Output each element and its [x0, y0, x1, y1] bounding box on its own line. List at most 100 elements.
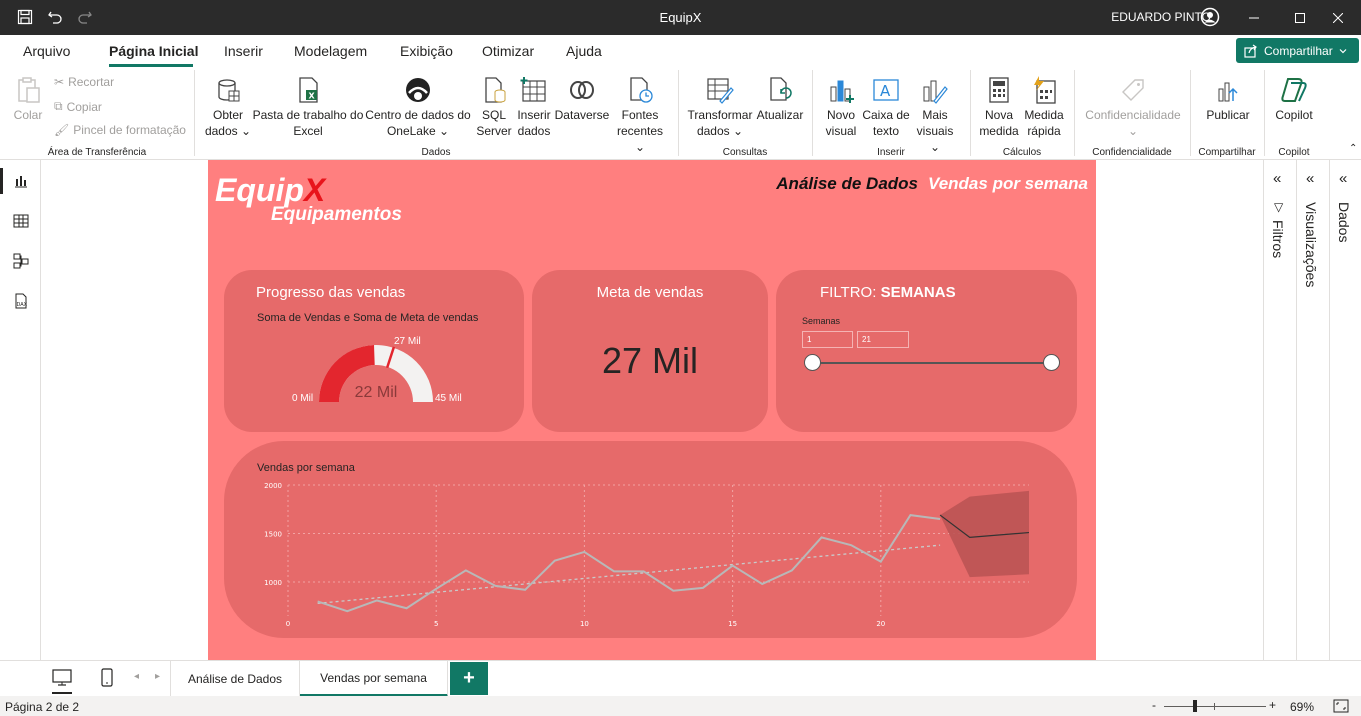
y-tick-label: 1000	[264, 579, 282, 587]
dataverse-button[interactable]: Dataverse	[554, 75, 610, 123]
copilot-label: Copilot	[1275, 108, 1313, 122]
gauge-chart	[319, 345, 433, 402]
dax-query-view-icon[interactable]: DAX	[10, 290, 32, 312]
format-painter-button[interactable]: 🖌 Pincel de formatação	[54, 123, 186, 137]
sql-label-2: Server	[476, 124, 512, 138]
expand-icon[interactable]: «	[1339, 170, 1347, 187]
share-label: Compartilhar	[1264, 43, 1333, 58]
slicer-handle-end[interactable]	[1043, 354, 1060, 371]
filter-card[interactable]: FILTRO: SEMANAS Semanas 1 21	[776, 270, 1077, 432]
menu-ajuda[interactable]: Ajuda	[566, 43, 602, 59]
close-button[interactable]	[1315, 0, 1361, 35]
mobile-layout-icon[interactable]	[100, 668, 114, 691]
share-button[interactable]: Compartilhar	[1236, 38, 1359, 63]
logo-accent-text: X	[303, 172, 326, 208]
gauge-card[interactable]: Progresso das vendas Soma de Vendas e So…	[224, 270, 524, 432]
tab-vendas-por-semana[interactable]: Vendas por semana	[300, 661, 448, 697]
kpi-card-title: Meta de vendas	[596, 284, 704, 301]
menu-bar: Arquivo Página Inicial Inserir Modelagem…	[0, 35, 1361, 67]
kpi-card[interactable]: Meta de vendas 27 Mil	[532, 270, 768, 432]
new-measure-button[interactable]: Nova medida	[976, 75, 1022, 139]
transform-data-button[interactable]: Transformar dados ⌄	[686, 75, 754, 139]
menu-exibicao[interactable]: Exibição	[400, 43, 453, 59]
quick-measure-button[interactable]: Medida rápida	[1022, 75, 1066, 139]
paste-label: Colar	[13, 108, 43, 122]
fit-to-page-icon[interactable]	[1333, 699, 1349, 716]
menu-arquivo[interactable]: Arquivo	[23, 43, 70, 59]
group-separator	[1190, 70, 1191, 156]
svg-text:DAX: DAX	[17, 302, 28, 308]
zoom-slider-track[interactable]	[1164, 706, 1266, 707]
excel-label-2: Excel	[293, 124, 323, 138]
cut-button[interactable]: ✂ Recortar	[54, 75, 114, 89]
zoom-slider-thumb[interactable]	[1193, 700, 1197, 712]
paste-button[interactable]: Colar	[10, 75, 46, 123]
get-data-label-2: dados	[204, 124, 238, 138]
table-icon	[520, 77, 546, 102]
group-separator	[678, 70, 679, 156]
get-data-button[interactable]: Obter dados ⌄	[200, 75, 256, 139]
line-chart-card[interactable]: Vendas por semana 1000 1500 2000 0 5 10 15 20	[224, 441, 1077, 638]
minimize-button[interactable]	[1231, 0, 1277, 35]
textbox-label-2: texto	[872, 124, 899, 138]
slicer-handle-start[interactable]	[804, 354, 821, 371]
quick-measure-label-1: Medida	[1024, 108, 1064, 122]
paste-icon	[18, 77, 40, 103]
textbox-button[interactable]: A Caixa de texto	[862, 75, 910, 139]
expand-icon[interactable]: «	[1273, 170, 1281, 187]
new-visual-button[interactable]: Novo visual	[820, 75, 862, 139]
model-view-icon[interactable]	[10, 250, 32, 272]
scroll-right-icon[interactable]: ▸	[155, 671, 160, 682]
zoom-in-button[interactable]: +	[1269, 698, 1276, 712]
expand-icon[interactable]: «	[1306, 170, 1314, 187]
more-visuals-button[interactable]: Mais visuais ⌄	[910, 75, 960, 155]
enter-data-button[interactable]: Inserir dados	[515, 75, 553, 139]
slicer-to-input[interactable]: 21	[857, 331, 909, 348]
x-tick-label: 5	[434, 620, 438, 628]
user-name[interactable]: EDUARDO PINTO	[1111, 10, 1211, 24]
onelake-button[interactable]: Centro de dados do OneLake ⌄	[364, 75, 472, 139]
recent-sources-button[interactable]: Fontes recentes ⌄	[612, 75, 668, 155]
copy-button[interactable]: ⧉ Copiar	[54, 99, 102, 114]
add-page-button[interactable]: +	[450, 662, 488, 695]
menu-inserir[interactable]: Inserir	[224, 43, 263, 59]
menu-otimizar[interactable]: Otimizar	[482, 43, 534, 59]
excel-workbook-button[interactable]: X Pasta de trabalho do Excel	[252, 75, 364, 139]
publish-button[interactable]: Publicar	[1200, 75, 1256, 123]
group-label-calc: Cálculos	[1002, 147, 1042, 158]
database-icon	[218, 79, 240, 102]
report-view-icon[interactable]	[10, 170, 32, 192]
filter-icon: ▽	[1274, 200, 1284, 214]
zoom-out-button[interactable]: -	[1152, 698, 1156, 712]
scissors-icon: ✂	[54, 75, 65, 89]
y-tick-label: 2000	[264, 482, 282, 490]
refresh-button[interactable]: Atualizar	[754, 75, 806, 123]
slicer-from-input[interactable]: 1	[802, 331, 853, 348]
side-panes: « ▽ Filtros « Visualizações « Dados	[1263, 160, 1361, 660]
avatar-icon[interactable]	[1200, 7, 1220, 27]
calculator-icon	[989, 77, 1009, 103]
filters-pane[interactable]: « ▽ Filtros	[1264, 160, 1297, 660]
tab-analise-de-dados[interactable]: Análise de Dados	[170, 661, 300, 697]
visualizations-pane[interactable]: « Visualizações	[1297, 160, 1330, 660]
sql-server-button[interactable]: SQL Server	[475, 75, 513, 139]
refresh-icon	[770, 77, 792, 101]
title-bar: EquipX EDUARDO PINTO	[0, 0, 1361, 35]
chevron-down-icon: ⌄	[1127, 124, 1139, 138]
new-visual-label-1: Novo	[826, 108, 855, 122]
desktop-layout-icon[interactable]	[52, 669, 72, 690]
collapse-ribbon-icon[interactable]: ⌃	[1349, 143, 1357, 154]
slicer-track	[812, 362, 1052, 364]
logo-subtitle: Equipamentos	[271, 204, 402, 225]
menu-pagina-inicial[interactable]: Página Inicial	[109, 43, 198, 59]
copilot-button[interactable]: Copilot	[1270, 75, 1318, 123]
data-pane[interactable]: « Dados	[1330, 160, 1361, 660]
copy-label: Copiar	[66, 99, 102, 114]
table-view-icon[interactable]	[10, 210, 32, 232]
scroll-left-icon[interactable]: ◂	[134, 671, 139, 682]
chevron-down-icon	[1339, 48, 1347, 53]
menu-modelagem[interactable]: Modelagem	[294, 43, 367, 59]
sql-server-icon	[485, 77, 506, 103]
header-title: Análise de Dados	[776, 174, 918, 193]
sensitivity-button[interactable]: Confidencialidade ⌄	[1080, 75, 1186, 139]
